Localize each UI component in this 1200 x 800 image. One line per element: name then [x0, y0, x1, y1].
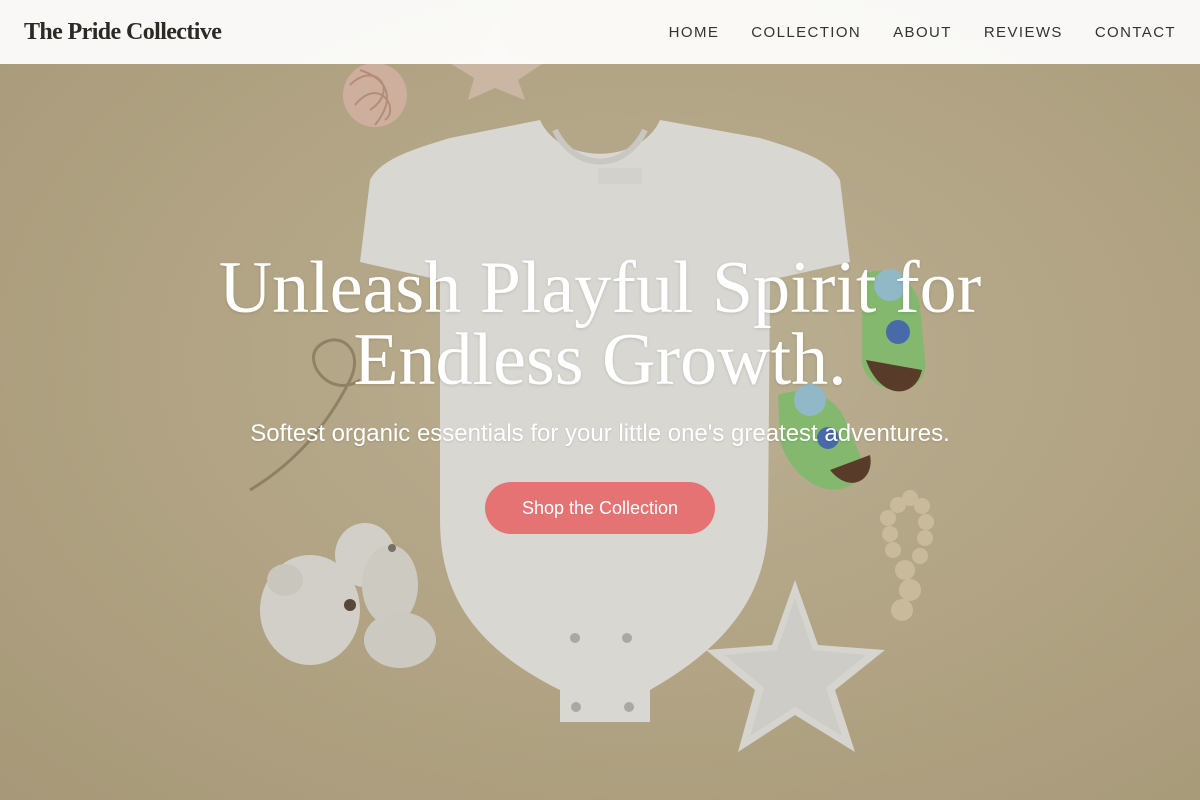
hero-subheadline: Softest organic essentials for your litt… — [250, 420, 950, 447]
hero-content: Unleash Playful Spirit for Endless Growt… — [0, 247, 1200, 534]
main-nav: HOME COLLECTION ABOUT REVIEWS CONTACT — [669, 24, 1176, 41]
nav-link-collection[interactable]: COLLECTION — [751, 24, 861, 41]
nav-link-home[interactable]: HOME — [669, 24, 720, 41]
shop-collection-button[interactable]: Shop the Collection — [485, 482, 715, 534]
brand-logo[interactable]: The Pride Collective — [24, 19, 222, 46]
site-header: The Pride Collective HOME COLLECTION ABO… — [0, 0, 1200, 64]
hero-headline: Unleash Playful Spirit for Endless Growt… — [218, 247, 982, 401]
nav-link-reviews[interactable]: REVIEWS — [984, 24, 1063, 41]
nav-link-about[interactable]: ABOUT — [893, 24, 952, 41]
nav-link-contact[interactable]: CONTACT — [1095, 24, 1176, 41]
